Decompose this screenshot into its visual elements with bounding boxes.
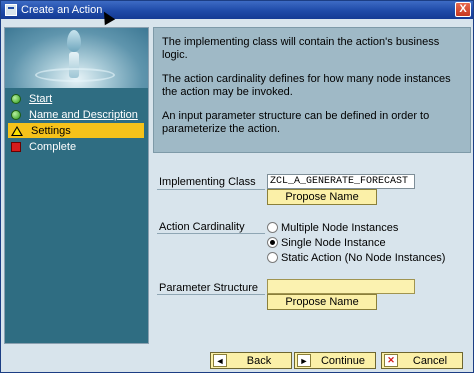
step-settings[interactable]: Settings [8, 123, 144, 138]
water-drop-image [5, 28, 148, 88]
green-status-icon [11, 109, 21, 120]
radio-button-icon[interactable] [267, 252, 278, 263]
divider [157, 294, 265, 295]
implementing-class-input[interactable]: ZCL_A_GENERATE_FORECAST [267, 174, 415, 189]
info-text-parameter: An input parameter structure can be defi… [162, 110, 430, 135]
continue-label: Continue [320, 354, 366, 367]
step-start[interactable]: Start [8, 91, 144, 106]
warning-icon [11, 125, 23, 136]
back-button[interactable]: ◄ Back [210, 352, 292, 369]
wizard-step-panel: Start Name and Description Settings Comp… [4, 27, 149, 344]
step-label: Start [29, 92, 53, 105]
info-box: The implementing class will contain the … [153, 27, 471, 153]
create-action-dialog: Create an Action X Start Name and Descri… [0, 0, 474, 373]
radio-static-action[interactable]: Static Action (No Node Instances) [267, 250, 445, 265]
back-arrow-icon: ◄ [213, 354, 227, 367]
radio-label: Single Node Instance [281, 236, 386, 249]
implementing-class-label: Implementing Class [159, 176, 256, 188]
cancel-x-icon: ✕ [384, 354, 398, 367]
step-label: Complete [29, 140, 77, 153]
radio-label: Static Action (No Node Instances) [281, 251, 446, 264]
parameter-structure-label: Parameter Structure [159, 282, 259, 294]
continue-button[interactable]: ► Continue [294, 352, 376, 369]
cancel-button[interactable]: ✕ Cancel [381, 352, 463, 369]
propose-name-class-button[interactable]: Propose Name [267, 189, 377, 205]
window-title: Create an Action [21, 4, 103, 16]
info-text-cardinality: The action cardinality defines for how m… [162, 73, 451, 98]
radio-multiple-node-instances[interactable]: Multiple Node Instances [267, 220, 398, 235]
radio-button-selected-icon[interactable] [267, 237, 278, 248]
back-label: Back [246, 354, 272, 367]
propose-name-parameter-button[interactable]: Propose Name [267, 294, 377, 310]
divider [157, 233, 265, 234]
radio-button-icon[interactable] [267, 222, 278, 233]
continue-arrow-icon: ► [297, 354, 311, 367]
step-complete[interactable]: Complete [8, 139, 144, 154]
parameter-structure-input[interactable] [267, 279, 415, 294]
title-bar[interactable]: Create an Action X [1, 1, 473, 19]
window-icon [5, 4, 17, 16]
radio-label: Multiple Node Instances [281, 221, 399, 234]
green-status-icon [11, 93, 21, 104]
radio-single-node-instance[interactable]: Single Node Instance [267, 235, 386, 250]
cancel-label: Cancel [412, 354, 448, 367]
info-text-class: The implementing class will contain the … [162, 36, 440, 61]
step-label: Name and Description [29, 108, 138, 121]
close-window-button[interactable]: X [455, 2, 471, 17]
step-name-and-description[interactable]: Name and Description [8, 107, 144, 122]
action-cardinality-label: Action Cardinality [159, 221, 245, 233]
step-label: Settings [31, 124, 71, 137]
wizard-steps-list: Start Name and Description Settings Comp… [5, 88, 148, 343]
divider [157, 189, 265, 190]
red-status-icon [11, 141, 21, 152]
